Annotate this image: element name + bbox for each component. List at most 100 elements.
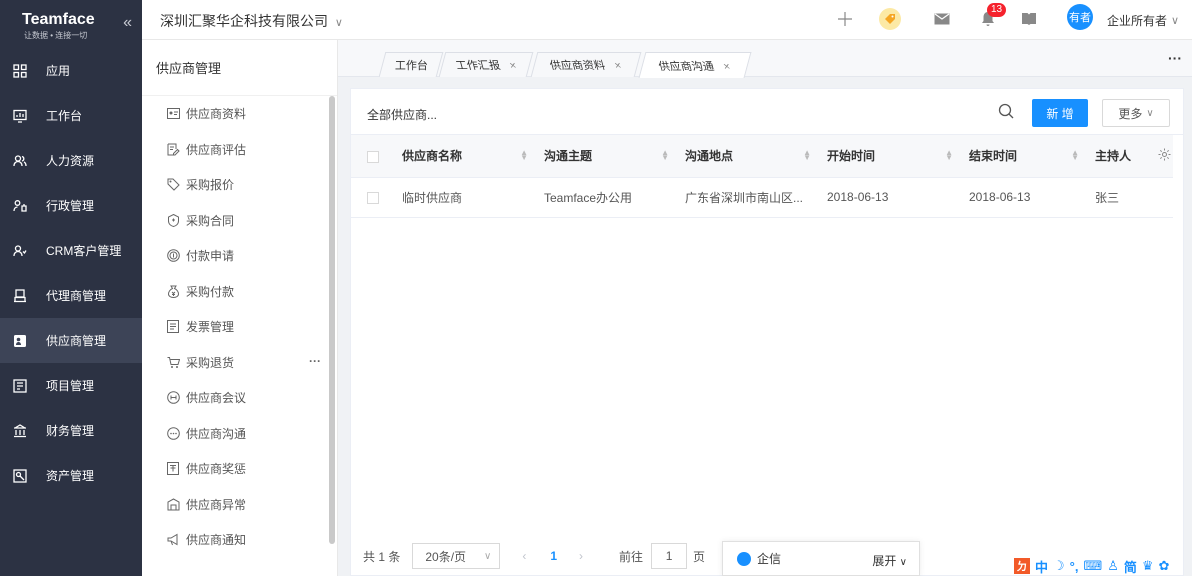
chat-expand-toggle[interactable]: 展开 ∨: [872, 552, 907, 569]
column-header[interactable]: 主持人: [1087, 135, 1173, 178]
more-button[interactable]: 更多 ∨: [1102, 99, 1170, 127]
goto-page-input[interactable]: 1: [651, 543, 688, 569]
submenu-item-quotation[interactable]: 采购报价: [142, 167, 337, 203]
user-avatar[interactable]: 有者: [1067, 4, 1093, 30]
sidebar-item-project[interactable]: 项目管理: [0, 363, 142, 408]
sort-icon[interactable]: ▲ ▼: [1071, 149, 1079, 162]
sidebar-item-finance[interactable]: 财务管理: [0, 408, 142, 453]
tab-workbench[interactable]: 工作台: [378, 52, 444, 77]
column-header[interactable]: 沟通地点 ▲ ▼: [677, 135, 819, 178]
add-icon[interactable]: [834, 8, 856, 30]
close-icon[interactable]: ×: [614, 60, 624, 72]
seal-icon: [166, 213, 180, 227]
sidebar-item-supplier[interactable]: 供应商管理: [0, 318, 142, 363]
filter-selector[interactable]: 全部供应商...: [367, 106, 437, 123]
close-icon[interactable]: ×: [723, 61, 733, 73]
table-cell[interactable]: 临时供应商: [394, 177, 536, 218]
goto-label: 前往: [619, 549, 644, 564]
sidebar-item-apps[interactable]: 应用: [0, 48, 142, 93]
column-header[interactable]: 结束时间 ▲ ▼: [961, 135, 1087, 178]
next-page-icon[interactable]: ›: [579, 549, 583, 563]
settings-icon[interactable]: ✿: [1159, 558, 1170, 574]
user-menu[interactable]: 企业所有者 ∨: [1098, 9, 1188, 31]
select-all-checkbox[interactable]: [367, 150, 379, 163]
submenu-item-invoice[interactable]: 发票管理: [142, 309, 337, 345]
submenu-item-payment-request[interactable]: 付款申请: [142, 238, 337, 274]
search-icon[interactable]: [998, 103, 1014, 122]
tab-bar: 工作台 工作汇报 × 供应商资料 × 供应商沟通 × ···: [338, 40, 1192, 78]
sidebar-item-label: 供应商管理: [46, 334, 107, 348]
submenu-item-meeting[interactable]: 供应商会议: [142, 380, 337, 416]
chat-expand-label: 展开: [872, 554, 897, 568]
chat-bubble-icon: [737, 551, 751, 566]
page-size-select[interactable]: 20条/页 ∨: [412, 543, 501, 569]
submenu-item-contract[interactable]: 采购合同: [142, 203, 337, 239]
reward-icon: [166, 462, 180, 476]
tab-label: 工作汇报: [454, 60, 502, 72]
submenu-scrollbar[interactable]: [329, 96, 335, 544]
sidebar-item-label: 人力资源: [46, 154, 95, 168]
add-button[interactable]: 新 增: [1032, 99, 1088, 127]
submenu-item-label: 供应商沟通: [186, 426, 247, 441]
collapse-sidebar-icon[interactable]: «: [123, 14, 132, 32]
notification-bell-icon[interactable]: 13: [977, 3, 1007, 30]
mail-icon[interactable]: [931, 8, 953, 30]
tag-icon[interactable]: [878, 8, 902, 30]
people-icon: [12, 153, 28, 169]
apps-grid-icon: [12, 63, 28, 79]
sidebar-item-assets[interactable]: 资产管理: [0, 453, 142, 498]
meeting-icon: [166, 391, 180, 405]
table-row[interactable]: 临时供应商 Teamface办公用 广东省深圳市南山区... 2018-06-1…: [351, 177, 1173, 218]
ime-simplified[interactable]: 简: [1124, 557, 1137, 576]
sidebar-item-crm[interactable]: CRM客户管理: [0, 228, 142, 273]
submenu-item-reward[interactable]: 供应商奖惩: [142, 451, 337, 487]
shirt-icon[interactable]: ♛: [1142, 558, 1154, 574]
sort-icon[interactable]: ▲ ▼: [661, 149, 669, 162]
chat-widget[interactable]: 企信 展开 ∨: [722, 541, 920, 576]
table-cell: 2018-06-13: [961, 177, 1087, 218]
more-options-icon[interactable]: ···: [309, 354, 321, 368]
prev-page-icon[interactable]: ‹: [522, 549, 526, 563]
moon-icon[interactable]: ☽: [1053, 558, 1065, 574]
keyboard-icon[interactable]: ⌨: [1083, 558, 1102, 574]
submenu-item-payment[interactable]: 采购付款: [142, 274, 337, 310]
submenu-item-communication[interactable]: 供应商沟通: [142, 416, 337, 452]
tab-label: 工作台: [394, 60, 428, 72]
company-switcher[interactable]: 深圳汇聚华企科技有限公司 ∨: [160, 11, 343, 31]
close-icon[interactable]: ×: [508, 60, 518, 72]
sidebar-item-agent[interactable]: 代理商管理: [0, 273, 142, 318]
sort-icon[interactable]: ▲ ▼: [803, 149, 811, 162]
submenu-item-notice[interactable]: 供应商通知: [142, 522, 337, 558]
project-icon: [12, 378, 28, 394]
sidebar-item-admin[interactable]: 行政管理: [0, 183, 142, 228]
sort-icon[interactable]: ▲ ▼: [945, 149, 953, 162]
book-icon[interactable]: [1018, 8, 1040, 30]
column-header[interactable]: 沟通主题 ▲ ▼: [536, 135, 677, 178]
sort-icon[interactable]: ▲ ▼: [520, 149, 528, 162]
tab-supplier-info[interactable]: 供应商资料 ×: [530, 52, 642, 77]
current-page[interactable]: 1: [550, 549, 557, 563]
tab-supplier-communication[interactable]: 供应商沟通 ×: [638, 52, 752, 78]
punctuation-icon[interactable]: °,: [1070, 559, 1079, 574]
sidebar-item-hr[interactable]: 人力资源: [0, 138, 142, 183]
tab-work-report[interactable]: 工作汇报 ×: [438, 52, 534, 77]
building-icon: [166, 497, 180, 511]
user-icon[interactable]: ♙: [1107, 558, 1119, 574]
invoice-icon: [166, 320, 180, 334]
ime-toolbar[interactable]: ㄉ 中 ☽ °, ⌨ ♙ 简 ♛ ✿: [1014, 556, 1169, 576]
sidebar-item-workbench[interactable]: 工作台: [0, 93, 142, 138]
column-settings-icon[interactable]: [1158, 148, 1171, 164]
submenu-item-evaluation[interactable]: 供应商评估: [142, 132, 337, 168]
avatar: 有者: [1067, 4, 1093, 30]
more-tabs-icon[interactable]: ···: [1168, 50, 1182, 66]
column-header[interactable]: 开始时间 ▲ ▼: [819, 135, 961, 178]
column-header[interactable]: 供应商名称 ▲ ▼: [394, 135, 536, 178]
id-card-icon: [166, 107, 180, 121]
submenu-item-return[interactable]: 采购退货 ···: [142, 345, 337, 381]
submenu-item-exception[interactable]: 供应商异常: [142, 487, 337, 523]
data-table: 供应商名称 ▲ ▼ 沟通主题 ▲ ▼ 沟通地点 ▲ ▼ 开始时间 ▲ ▼ 结束时间 ▲ ▼ 主持人 …: [351, 135, 1173, 218]
row-checkbox[interactable]: [367, 191, 379, 204]
ime-mode[interactable]: 中: [1035, 557, 1048, 576]
chat-bubble-icon: [166, 426, 180, 440]
submenu-item-supplier-info[interactable]: 供应商资料: [142, 96, 337, 132]
